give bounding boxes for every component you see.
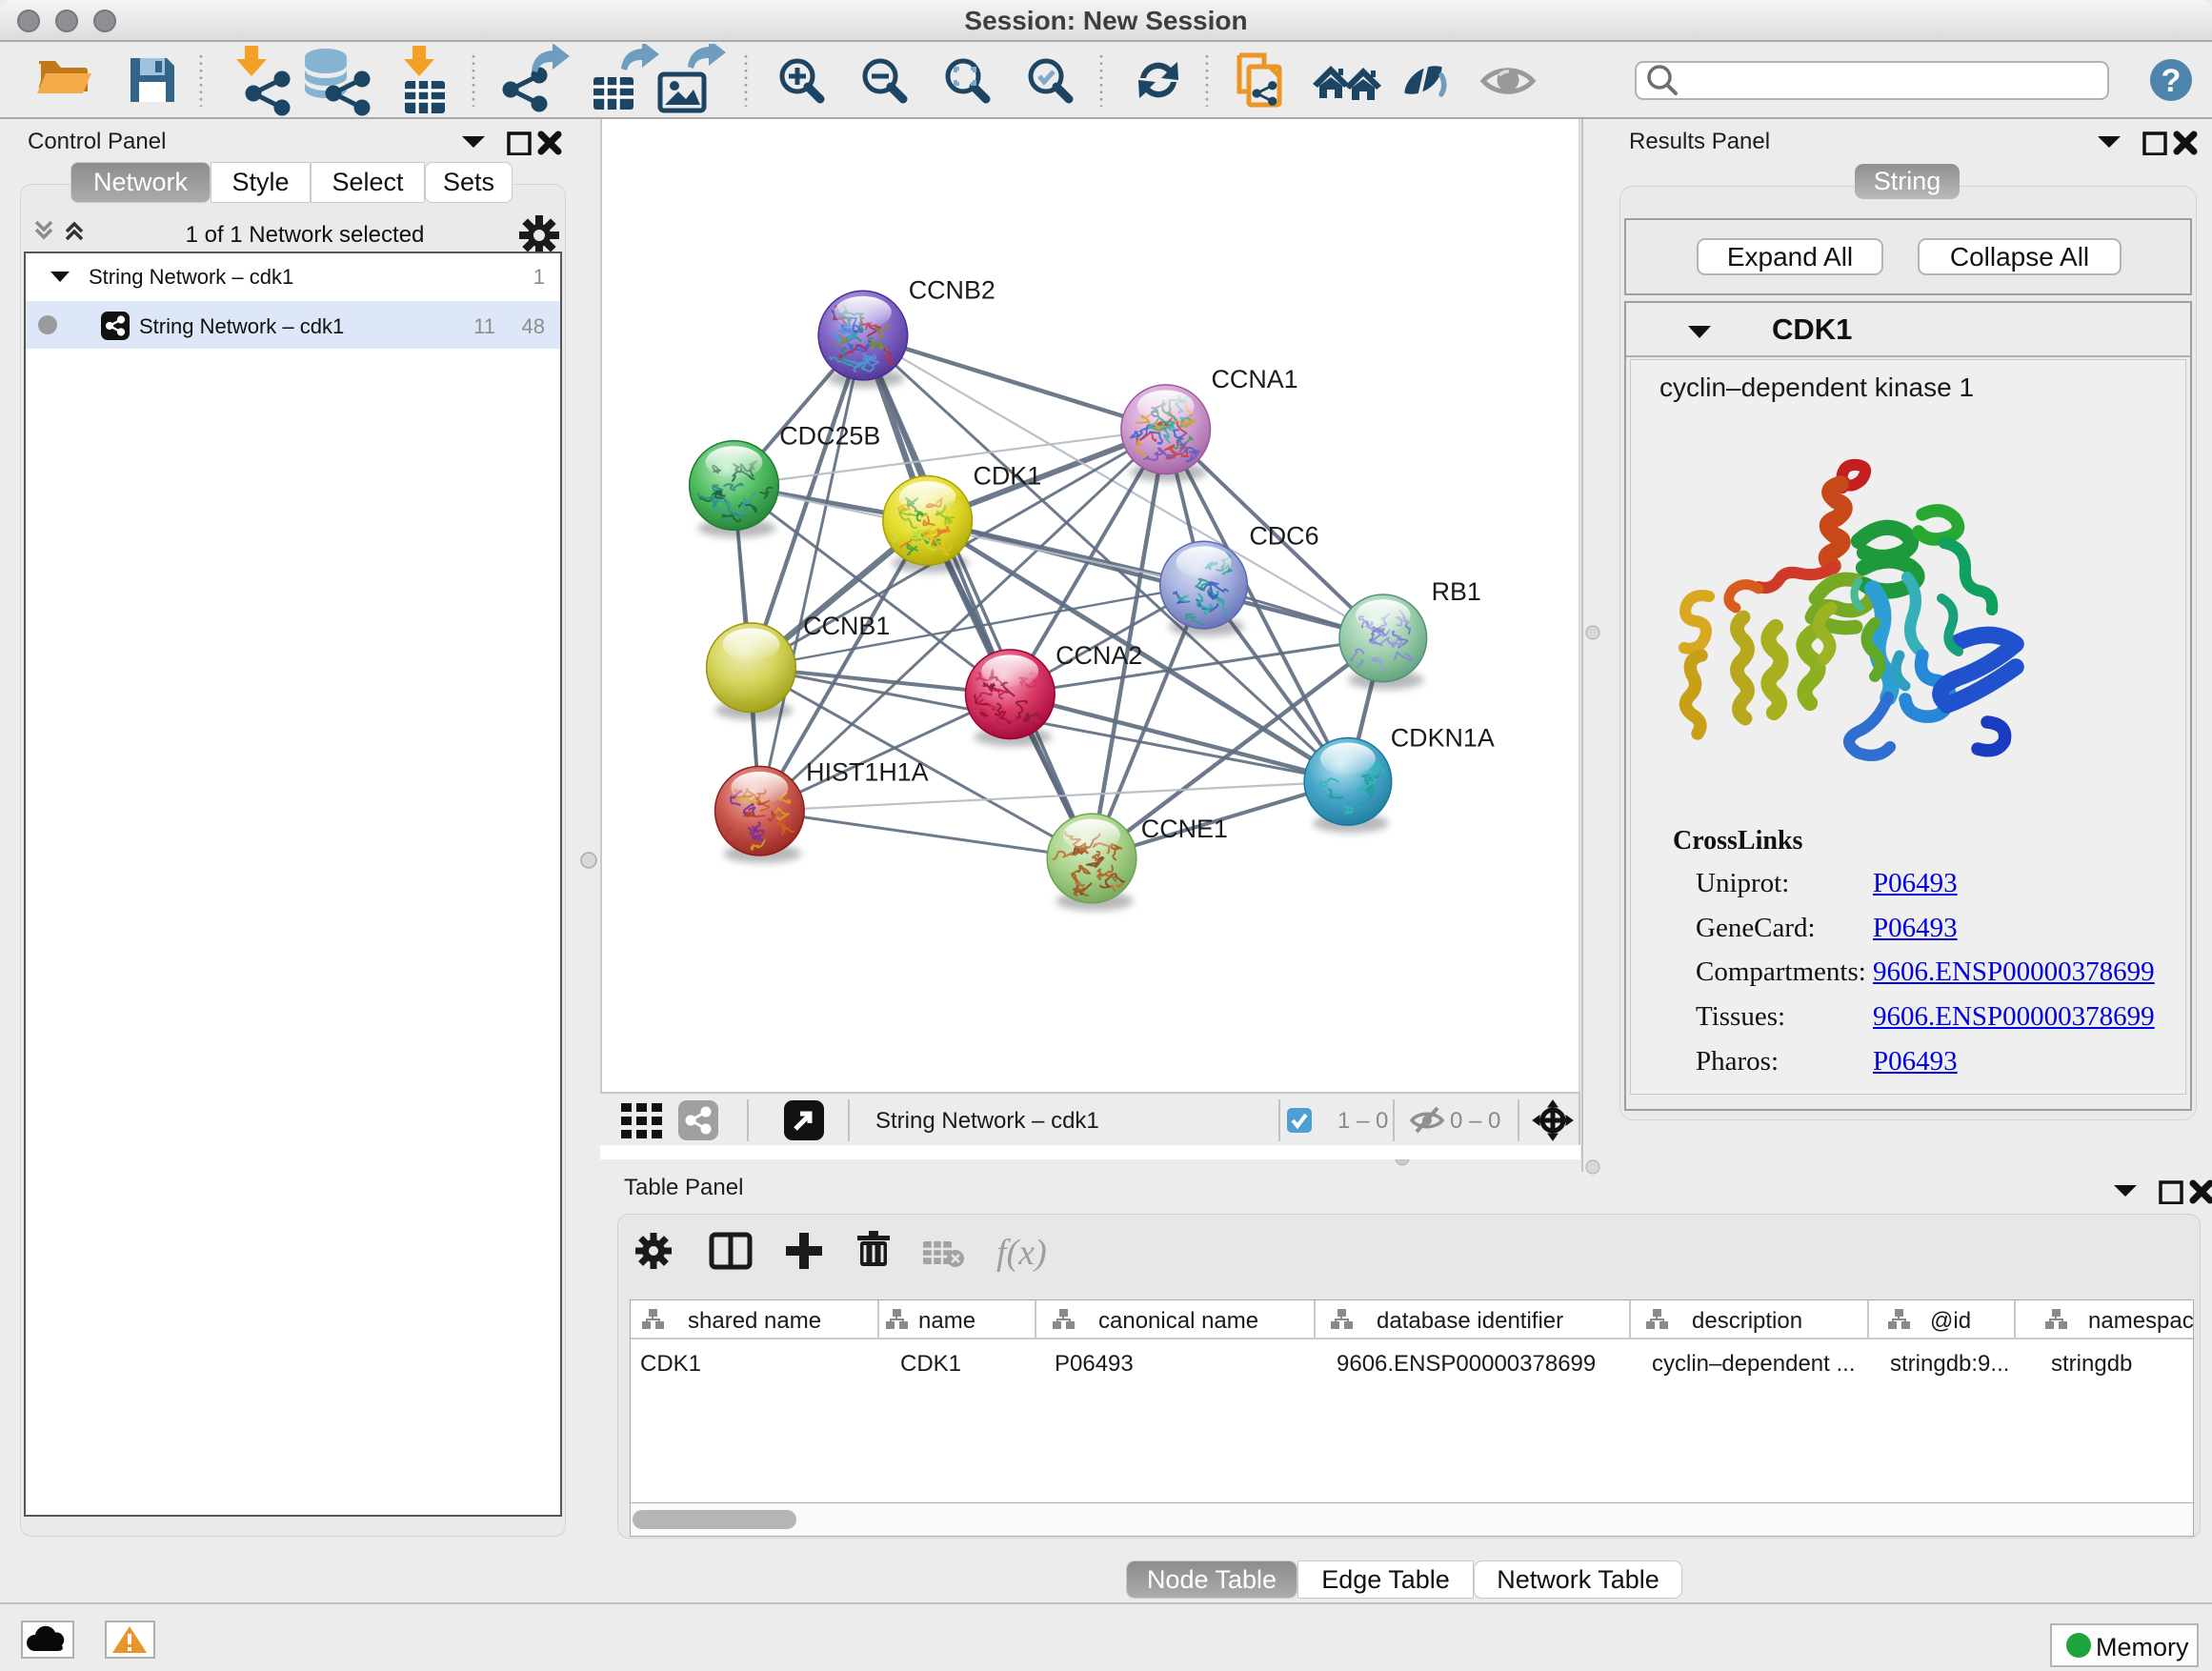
svg-text:CDC25B: CDC25B: [779, 422, 880, 451]
svg-text:CCNB2: CCNB2: [909, 275, 995, 304]
svg-text:stringdb:9...: stringdb:9...: [1890, 1351, 2009, 1377]
svg-text:database identifier: database identifier: [1377, 1308, 1563, 1334]
svg-text:CCNA2: CCNA2: [1056, 641, 1142, 670]
svg-text:cyclin–dependent ...: cyclin–dependent ...: [1652, 1351, 1855, 1377]
svg-text:namespac: namespac: [2088, 1308, 2193, 1334]
svg-text:P06493: P06493: [1055, 1351, 1134, 1377]
svg-text:description: description: [1692, 1308, 1802, 1334]
svg-text:CCNB1: CCNB1: [803, 612, 890, 640]
svg-text:CDK1: CDK1: [973, 461, 1041, 490]
svg-text:stringdb: stringdb: [2051, 1351, 2132, 1377]
svg-text:String Network – cdk1: String Network – cdk1: [875, 1108, 1099, 1134]
svg-text:CCNA1: CCNA1: [1212, 365, 1298, 393]
svg-text:CDC6: CDC6: [1249, 521, 1318, 550]
svg-text:@id: @id: [1930, 1308, 1971, 1334]
svg-text:9606.ENSP00000378699: 9606.ENSP00000378699: [1337, 1351, 1596, 1377]
svg-text:RB1: RB1: [1432, 577, 1481, 606]
svg-text:CCNE1: CCNE1: [1141, 815, 1228, 843]
svg-text:CDKN1A: CDKN1A: [1391, 723, 1495, 752]
svg-text:name: name: [918, 1308, 975, 1334]
svg-text:shared name: shared name: [688, 1308, 821, 1334]
svg-text:CDK1: CDK1: [640, 1351, 701, 1377]
svg-text:CDK1: CDK1: [900, 1351, 961, 1377]
svg-text:?: ?: [2162, 63, 2182, 99]
svg-text:1 – 0: 1 – 0: [1337, 1108, 1388, 1134]
svg-text:0 – 0: 0 – 0: [1450, 1108, 1500, 1134]
svg-text:f(x): f(x): [996, 1233, 1047, 1273]
svg-text:canonical name: canonical name: [1098, 1308, 1258, 1334]
svg-text:HIST1H1A: HIST1H1A: [806, 757, 929, 786]
